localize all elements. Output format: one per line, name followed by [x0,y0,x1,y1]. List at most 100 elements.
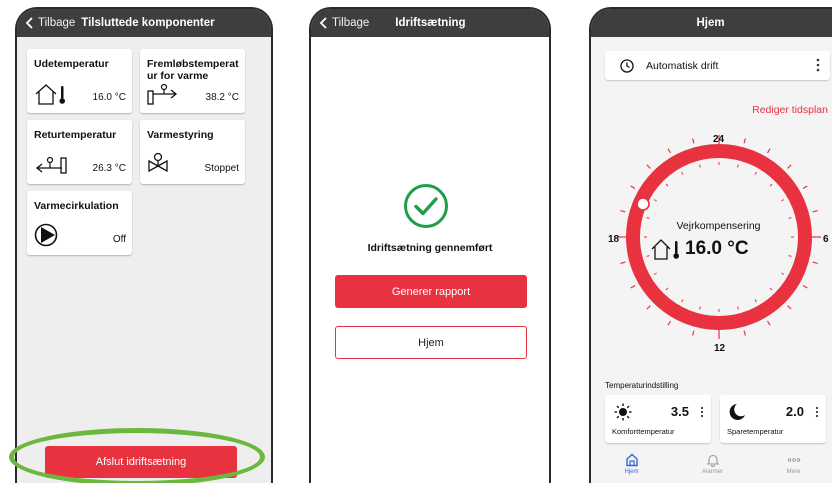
dial-inner-tick [699,164,701,168]
chevron-left-icon [25,17,33,29]
page-title: Idriftsætning [395,17,466,29]
tile-value: 26.3 °C [92,163,126,174]
kebab-menu-icon[interactable] [815,406,819,418]
dial-inner-tick [665,287,669,291]
tab-home[interactable]: Hjem [591,453,672,483]
house-thermometer-icon [35,84,65,105]
components-grid: Udetemperatur 16.0 °C Fremløbstemperat u… [17,37,271,483]
tile-value: Off [112,234,126,245]
tile-value: Stoppet [204,163,239,174]
tile-title: Returtemperatur [34,129,117,141]
return-pipe-icon [35,156,67,174]
back-button[interactable]: Tilbage [17,16,75,30]
dial-inner-tick [754,299,757,303]
dial-inner-tick [788,255,792,257]
dial-inner-tick [781,272,785,275]
page-title: Tilsluttede komponenter [81,17,215,29]
dial-inner-tick [788,217,792,219]
clock-icon [620,58,634,73]
kebab-menu-icon[interactable] [816,58,820,72]
pump-icon [34,223,58,247]
titlebar: Tilbage Idriftsætning [311,9,549,37]
dial-inner-tick [653,272,657,275]
sun-icon [614,403,632,421]
dial-inner-tick [653,199,657,202]
flow-pipe-icon [147,83,178,105]
generate-report-button[interactable]: Generer rapport [335,275,527,308]
dial-tick [630,185,636,190]
dial-ticks [617,135,821,339]
dial-tick [692,138,695,144]
outdoor-temperature: 16.0 °C [650,238,749,260]
tab-alarms[interactable]: Alarmer [672,453,753,483]
dial-inner-tick [646,217,650,219]
saving-value: 2.0 [785,404,804,419]
tab-more[interactable]: Mere [753,453,832,483]
tile-title: Udetemperatur [34,58,109,70]
dial-tick [787,164,792,169]
tab-bar: Hjem Alarmer Mere [591,453,832,483]
dial-tick [667,320,672,326]
dial-tick [802,284,808,289]
tile-return-temperature[interactable]: Returtemperatur 26.3 °C [27,120,132,184]
saving-temperature-card[interactable]: 2.0 Sparetemperatur [720,395,826,443]
dial-label-left: 18 [608,234,620,245]
comfort-value: 3.5 [670,404,689,419]
dial-tick [812,261,818,264]
titlebar: Hjem [591,9,832,37]
tile-value: 16.0 °C [92,92,126,103]
dial-tick [812,210,818,213]
dial-handle[interactable] [636,197,650,211]
tile-title: Fremløbstemperat ur for varme [147,58,239,82]
home-content: Automatisk drift Rediger tidsplan 24 6 1… [591,37,832,483]
dial-tick [646,164,651,169]
comfort-label: Komforttemperatur [612,427,675,436]
mode-selector[interactable]: Automatisk drift [605,51,830,80]
comfort-temperature-card[interactable]: 3.5 Komforttemperatur [605,395,711,443]
tile-value: 38.2 °C [205,92,239,103]
page-title: Hjem [696,17,725,29]
compensation-label: Vejrkompensering [676,220,761,232]
dial-tick [766,320,771,326]
dial-inner-tick [681,299,684,303]
dial-tick [743,138,746,144]
phone-commissioning: Tilbage Idriftsætning Idriftsætning genn… [309,7,551,483]
edit-schedule-link[interactable]: Rediger tidsplan [752,104,828,116]
more-icon [787,458,800,462]
tile-heating-control[interactable]: Varmestyring Stoppet [140,120,245,184]
commissioning-content: Idriftsætning gennemført Generer rapport… [311,37,549,483]
dial-inner-tick [699,306,701,310]
tab-label: Hjem [624,469,639,475]
tile-title: Varmecirkulation [34,200,119,212]
kebab-menu-icon[interactable] [700,406,704,418]
tile-heat-circulation[interactable]: Varmecirkulation Off [27,191,132,255]
back-button[interactable]: Tilbage [311,16,369,30]
status-text: Idriftsætning gennemført [367,242,493,254]
back-label: Tilbage [38,17,76,29]
dial-inner-tick [769,183,773,187]
back-label: Tilbage [332,17,370,29]
tab-label: Alarmer [701,469,723,475]
tab-label: Mere [786,469,801,475]
phone-connected-components: Tilbage Tilsluttede komponenter Udetempe… [15,7,273,483]
dial-inner-tick [769,287,773,291]
chevron-left-icon [319,17,327,29]
outdoor-temperature-value: 16.0 °C [685,238,749,259]
dial-inner-tick [737,164,739,168]
finish-commissioning-button[interactable]: Afslut idriftsætning [45,446,237,478]
saving-label: Sparetemperatur [727,427,784,436]
home-button[interactable]: Hjem [335,326,527,359]
dial-tick [787,305,792,310]
dial-tick [620,261,626,264]
check-circle-icon [404,184,448,228]
dial-label-bottom: 12 [714,343,726,354]
schedule-dial[interactable] [591,122,832,352]
tile-outdoor-temperature[interactable]: Udetemperatur 16.0 °C [27,49,132,113]
tile-flow-temperature[interactable]: Fremløbstemperat ur for varme 38.2 °C [140,49,245,113]
dial-tick [630,284,636,289]
moon-icon [729,404,745,420]
dial-inner-tick [754,171,757,175]
tile-title: Varmestyring [147,129,214,141]
bell-icon [706,454,719,467]
dial-inner-tick [781,199,785,202]
